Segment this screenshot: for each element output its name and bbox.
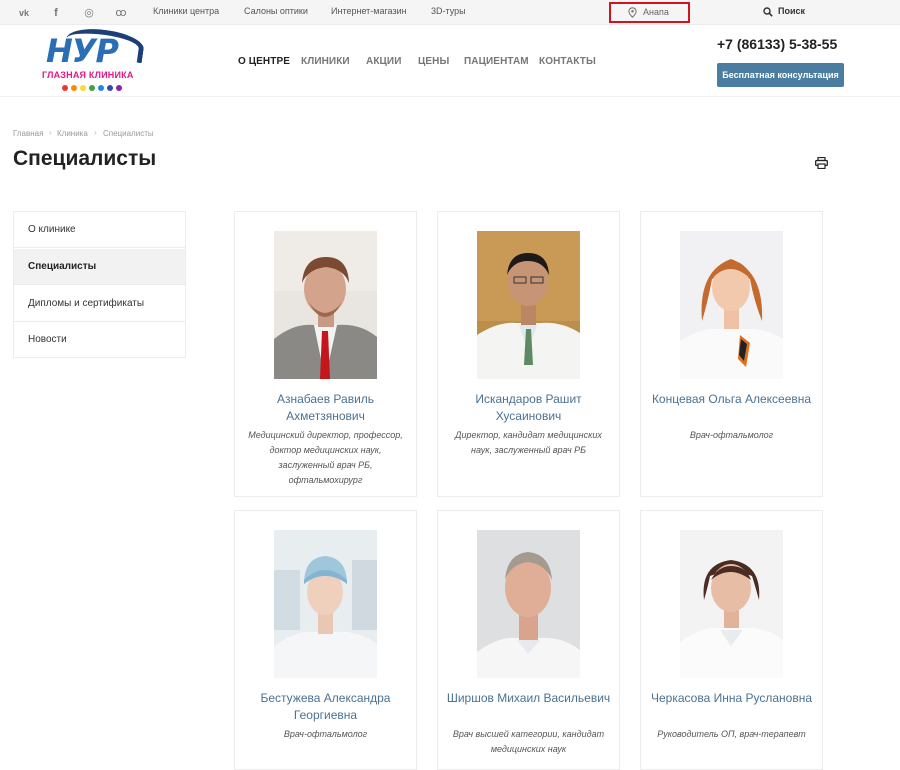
- logo-dot: [98, 85, 104, 91]
- link-3d-tours[interactable]: 3D-туры: [431, 6, 466, 16]
- nav-patients[interactable]: ПАЦИЕНТАМ: [464, 56, 529, 67]
- specialist-name[interactable]: Ширшов Михаил Васильевич: [446, 690, 611, 707]
- specialist-photo: [274, 231, 377, 379]
- print-icon[interactable]: [815, 157, 828, 169]
- facebook-icon[interactable]: f: [49, 6, 63, 20]
- logo-dot: [71, 85, 77, 91]
- breadcrumb-clinic[interactable]: Клиника: [57, 129, 88, 138]
- sidebar-item-news[interactable]: Новости: [14, 322, 185, 358]
- specialist-photo: [477, 530, 580, 678]
- search-label: Поиск: [778, 6, 806, 16]
- nav-contacts[interactable]: КОНТАКТЫ: [539, 56, 596, 67]
- sidebar-item-diplomas[interactable]: Дипломы и сертификаты: [14, 286, 185, 322]
- city-label: Анапа: [643, 7, 669, 17]
- specialist-name[interactable]: Бестужева Александра Георгиевна: [243, 690, 408, 724]
- nav-prices[interactable]: ЦЕНЫ: [418, 56, 449, 67]
- header: НУР ГЛАЗНАЯ КЛИНИКА О ЦЕНТРЕ КЛИНИКИ АКЦ…: [0, 24, 900, 97]
- search-icon: [763, 7, 773, 17]
- specialist-photo: [680, 530, 783, 678]
- specialist-photo: [274, 530, 377, 678]
- specialist-position: Медицинский директор, профессор, доктор …: [248, 430, 403, 485]
- specialist-position: Директор, кандидат медицинских наук, зас…: [455, 430, 602, 455]
- page-title: Специалисты: [13, 147, 157, 170]
- breadcrumb-separator: ›: [94, 128, 97, 137]
- nav-promotions[interactable]: АКЦИИ: [366, 56, 402, 67]
- link-clinics-center[interactable]: Клиники центра: [153, 6, 219, 16]
- logo-dots: [62, 85, 122, 91]
- nav-about[interactable]: О ЦЕНТРЕ: [238, 56, 290, 67]
- specialist-card[interactable]: Азнабаев Равиль Ахметзянович Медицинский…: [234, 211, 417, 497]
- breadcrumb-separator: ›: [49, 128, 52, 137]
- link-optics-salons[interactable]: Салоны оптики: [244, 6, 308, 16]
- specialist-position: Врач-офтальмолог: [689, 430, 774, 440]
- specialist-card[interactable]: Искандаров Рашит Хусаинович Директор, ка…: [437, 211, 620, 497]
- top-bar: vk f ◎ ꝏ Клиники центра Салоны оптики Ин…: [0, 0, 900, 25]
- specialist-card[interactable]: Концевая Ольга Алексеевна Врач-офтальмол…: [640, 211, 823, 497]
- specialist-card[interactable]: Бестужева Александра Георгиевна Врач-офт…: [234, 510, 417, 770]
- link-online-store[interactable]: Интернет-магазин: [331, 6, 407, 16]
- specialist-photo: [477, 231, 580, 379]
- nav-clinics[interactable]: КЛИНИКИ: [301, 56, 350, 67]
- logo-dot: [107, 85, 113, 91]
- logo-dot: [89, 85, 95, 91]
- logo-subtitle: ГЛАЗНАЯ КЛИНИКА: [42, 70, 134, 80]
- specialist-position: Врач-офтальмолог: [283, 729, 368, 739]
- breadcrumb-home[interactable]: Главная: [13, 129, 43, 138]
- specialist-name[interactable]: Черкасова Инна Руслановна: [649, 690, 814, 707]
- phone-number[interactable]: +7 (86133) 5-38-55: [717, 36, 837, 52]
- specialist-name[interactable]: Искандаров Рашит Хусаинович: [446, 391, 611, 425]
- logo-dot: [80, 85, 86, 91]
- specialist-name[interactable]: Азнабаев Равиль Ахметзянович: [243, 391, 408, 425]
- city-selector[interactable]: Анапа: [609, 2, 690, 23]
- specialist-name[interactable]: Концевая Ольга Алексеевна: [649, 391, 814, 408]
- odnoklassniki-icon[interactable]: ꝏ: [114, 6, 128, 20]
- specialist-photo: [680, 231, 783, 379]
- sidebar-item-specialists[interactable]: Специалисты: [14, 249, 185, 285]
- sidebar-item-about-clinic[interactable]: О клинике: [14, 212, 185, 248]
- specialist-card[interactable]: Ширшов Михаил Васильевич Врач высшей кат…: [437, 510, 620, 770]
- vk-icon[interactable]: vk: [17, 6, 31, 20]
- clinic-logo[interactable]: НУР ГЛАЗНАЯ КЛИНИКА: [42, 24, 148, 92]
- sidebar-menu: О клинике Специалисты Дипломы и сертифик…: [13, 211, 186, 358]
- logo-dot: [62, 85, 68, 91]
- specialist-card[interactable]: Черкасова Инна Руслановна Руководитель О…: [640, 510, 823, 770]
- instagram-icon[interactable]: ◎: [82, 6, 96, 20]
- specialist-position: Врач высшей категории, кандидат медицинс…: [452, 729, 605, 754]
- logo-dot: [116, 85, 122, 91]
- specialist-position: Руководитель ОП, врач-терапевт: [657, 729, 806, 739]
- location-pin-icon: [628, 7, 637, 18]
- free-consultation-button[interactable]: Бесплатная консультация: [717, 63, 844, 87]
- logo-brand: НУР: [46, 32, 119, 70]
- breadcrumb-current: Специалисты: [103, 129, 154, 138]
